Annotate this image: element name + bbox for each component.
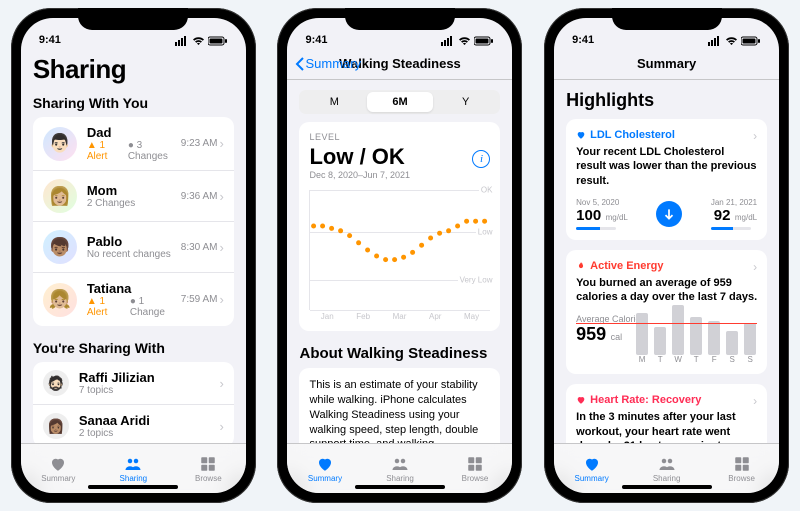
level-value: Low / OK: [309, 144, 490, 170]
chevron-left-icon: [295, 57, 305, 71]
contact-time: 8:30 AM: [181, 242, 218, 253]
phone-highlights: 9:41 Summary Highlights LDL Cholesterol …: [544, 8, 789, 503]
energy-day-labels: MTWTFSS: [636, 355, 757, 364]
page-title: Sharing: [33, 54, 234, 85]
tab-summary[interactable]: Summary: [287, 444, 362, 493]
chevron-right-icon: ›: [219, 189, 223, 204]
energy-heading: Active Energy: [576, 260, 757, 272]
cellular-icon: [175, 36, 189, 46]
chevron-right-icon: ›: [219, 240, 223, 255]
seg-6M[interactable]: 6M: [367, 92, 433, 112]
wifi-icon: [192, 36, 205, 46]
ldl-card[interactable]: LDL Cholesterol › Your recent LDL Choles…: [566, 119, 767, 240]
steadiness-chart[interactable]: OKLowVery Low: [309, 190, 490, 310]
status-icons: [708, 36, 761, 46]
contact-row[interactable]: 👧🏼 Tatiana ▲ 1 Alert● 1 Change 7:59 AM›: [33, 273, 234, 326]
nav-bar: Summary: [554, 48, 779, 80]
home-indicator[interactable]: [355, 485, 445, 489]
about-text: This is an estimate of your stability wh…: [299, 368, 500, 443]
tab-browse[interactable]: Browse: [437, 444, 512, 493]
time-segment[interactable]: M6MY: [299, 90, 500, 114]
chevron-right-icon: ›: [219, 292, 223, 307]
status-time: 9:41: [572, 34, 594, 46]
status-time: 9:41: [305, 34, 327, 46]
contact-time: 9:23 AM: [181, 138, 218, 149]
about-heading: About Walking Steadiness: [299, 345, 500, 362]
avatar: 🧔🏻: [43, 370, 69, 396]
avatar: 👦🏽: [43, 230, 77, 264]
section-sharing-with-you: Sharing With You: [33, 95, 234, 111]
battery-icon: [208, 36, 228, 46]
ldl-body: Your recent LDL Cholesterol result was l…: [576, 145, 757, 188]
energy-body: You burned an average of 959 calories a …: [576, 276, 757, 305]
contact-name: Mom: [87, 183, 181, 198]
chevron-right-icon: ›: [219, 419, 223, 434]
status-time: 9:41: [39, 34, 61, 46]
avatar: 👩🏽: [43, 413, 69, 439]
contact-row[interactable]: 👨🏻 Dad ▲ 1 Alert● 3 Changes 9:23 AM›: [33, 117, 234, 171]
chevron-right-icon: ›: [219, 376, 223, 391]
chart-x-labels: JanFebMarAprMay: [309, 312, 490, 321]
date-range: Dec 8, 2020–Jun 7, 2021: [309, 170, 490, 180]
back-button[interactable]: Summary: [295, 56, 361, 71]
tab-summary[interactable]: Summary: [21, 444, 96, 493]
hr-heading: Heart Rate: Recovery: [576, 394, 757, 406]
phone-sharing: 9:41 Sharing Sharing With You 👨🏻 Dad ▲ 1…: [11, 8, 256, 503]
energy-bar-chart: [636, 305, 757, 355]
contact-name: Pablo: [87, 234, 181, 249]
contacts-list: 👨🏻 Dad ▲ 1 Alert● 3 Changes 9:23 AM›👩🏼 M…: [33, 117, 234, 326]
contact-time: 9:36 AM: [181, 191, 218, 202]
contact-name: Dad: [87, 125, 181, 140]
level-label: LEVEL: [309, 132, 490, 142]
nav-bar: Summary Walking Steadiness: [287, 48, 512, 80]
avatar: 👩🏼: [43, 179, 77, 213]
sharing-row[interactable]: 👩🏽 Sanaa Aridi2 topics ›: [33, 405, 234, 443]
tab-summary[interactable]: Summary: [554, 444, 629, 493]
seg-M[interactable]: M: [301, 92, 367, 112]
tab-browse[interactable]: Browse: [704, 444, 779, 493]
chevron-right-icon: ›: [753, 394, 757, 408]
heart-icon: [576, 395, 586, 405]
status-icons: [441, 36, 494, 46]
chevron-right-icon: ›: [219, 136, 223, 151]
avatar: 👨🏻: [43, 127, 77, 161]
active-energy-card[interactable]: Active Energy › You burned an average of…: [566, 250, 767, 375]
contact-time: 7:59 AM: [181, 294, 218, 305]
hr-body: In the 3 minutes after your last workout…: [576, 410, 757, 443]
notch: [78, 8, 188, 30]
notch: [345, 8, 455, 30]
chevron-right-icon: ›: [753, 260, 757, 274]
flame-icon: [576, 261, 586, 271]
sharing-list: 🧔🏻 Raffi Jilizian7 topics ›👩🏽 Sanaa Arid…: [33, 362, 234, 443]
ldl-heading: LDL Cholesterol: [576, 129, 757, 141]
notch: [612, 8, 722, 30]
nav-title: Summary: [637, 56, 696, 71]
tab-browse[interactable]: Browse: [171, 444, 246, 493]
highlights-title: Highlights: [566, 90, 767, 111]
sharing-row[interactable]: 🧔🏻 Raffi Jilizian7 topics ›: [33, 362, 234, 405]
chevron-right-icon: ›: [753, 129, 757, 143]
contact-name: Tatiana: [87, 281, 181, 296]
steadiness-chart-card: LEVEL Low / OK Dec 8, 2020–Jun 7, 2021 i…: [299, 122, 500, 331]
seg-Y[interactable]: Y: [433, 92, 499, 112]
phone-walking-steadiness: 9:41 Summary Walking Steadiness M6MY LEV…: [277, 8, 522, 503]
down-arrow-icon: [656, 201, 682, 227]
heart-rate-card[interactable]: Heart Rate: Recovery › In the 3 minutes …: [566, 384, 767, 443]
section-youre-sharing-with: You're Sharing With: [33, 340, 234, 356]
home-indicator[interactable]: [88, 485, 178, 489]
contact-row[interactable]: 👩🏼 Mom 2 Changes 9:36 AM›: [33, 171, 234, 222]
status-icons: [175, 36, 228, 46]
contact-row[interactable]: 👦🏽 Pablo No recent changes 8:30 AM›: [33, 222, 234, 273]
home-indicator[interactable]: [622, 485, 712, 489]
heart-icon: [576, 130, 586, 140]
avatar: 👧🏼: [43, 283, 77, 317]
